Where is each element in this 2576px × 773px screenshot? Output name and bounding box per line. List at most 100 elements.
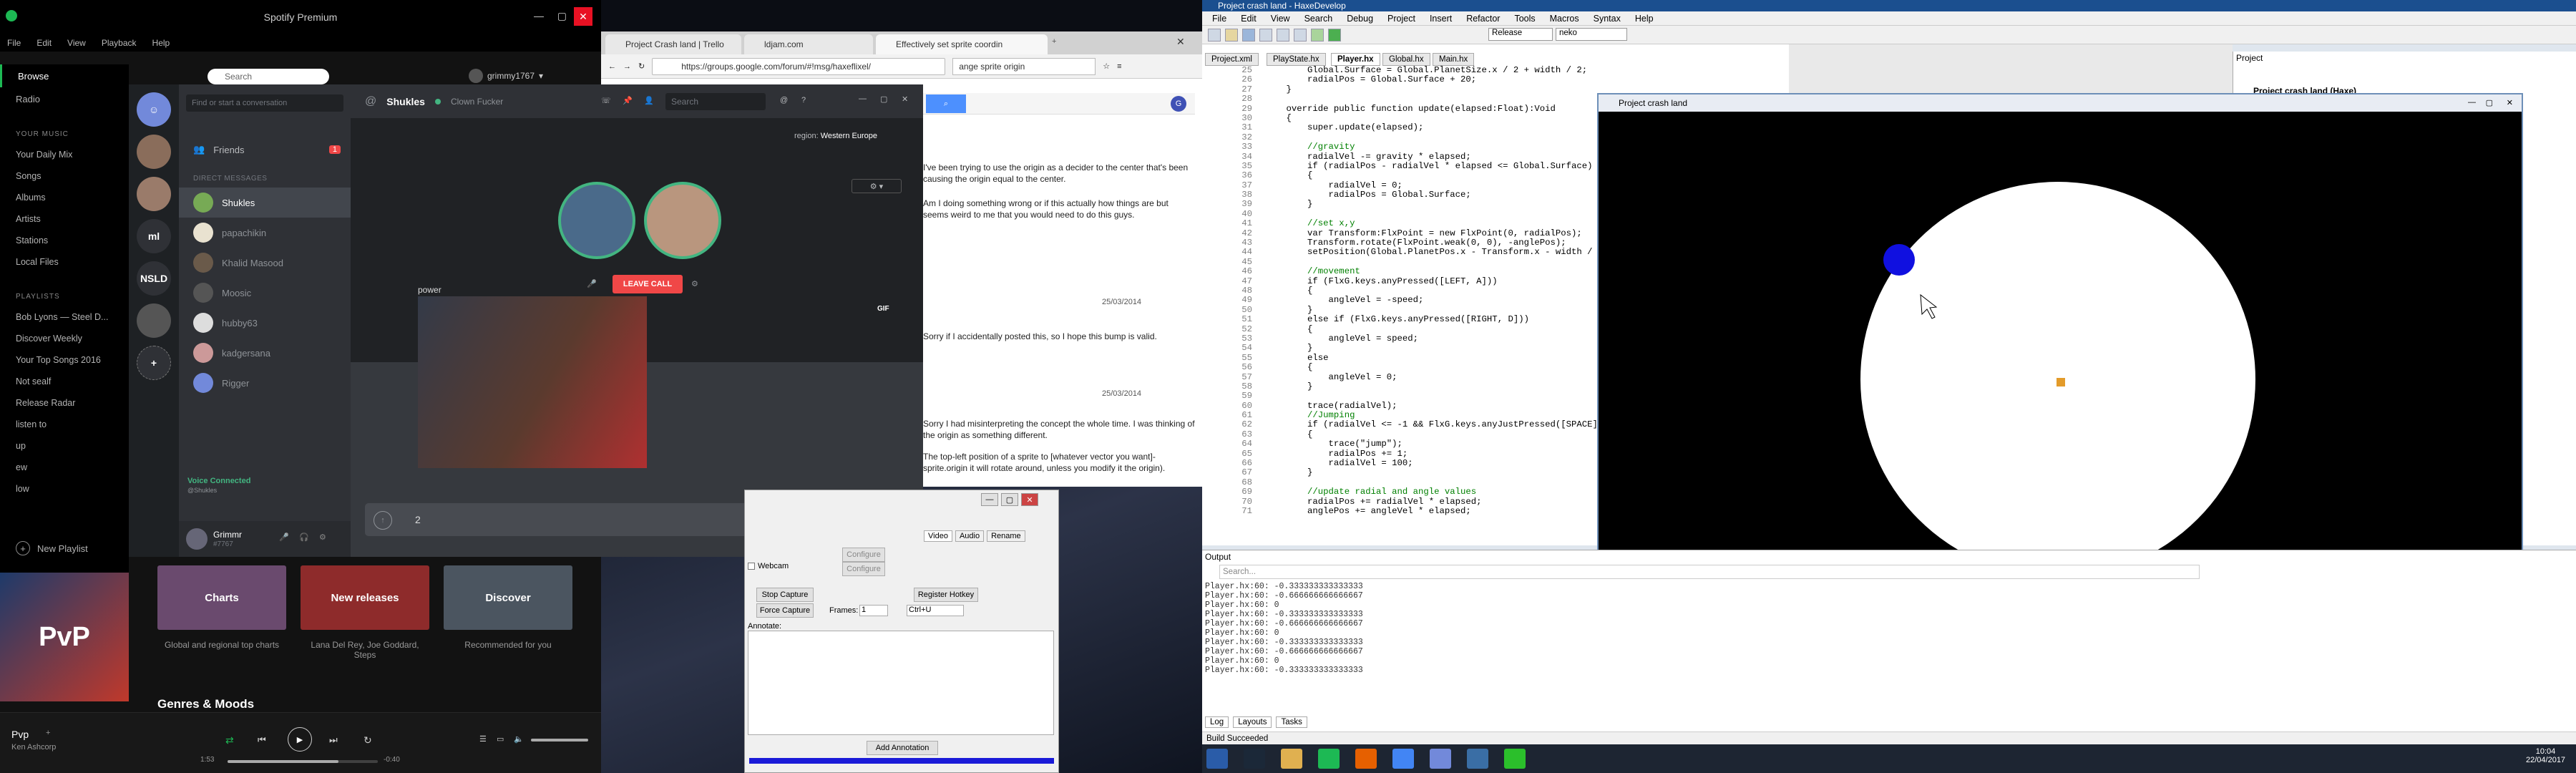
tab-rename[interactable]: Rename bbox=[987, 530, 1025, 542]
spotify-icon[interactable] bbox=[1318, 749, 1340, 769]
account-avatar[interactable]: G bbox=[1171, 96, 1186, 112]
user-menu[interactable]: grimmy1767 ▾ bbox=[469, 69, 543, 83]
pin-icon[interactable]: 📌 bbox=[623, 96, 633, 105]
close-icon[interactable]: ✕ bbox=[574, 7, 592, 26]
menu-edit[interactable]: Edit bbox=[1241, 14, 1257, 24]
dm-item[interactable]: Rigger bbox=[179, 368, 351, 398]
progress-track[interactable] bbox=[228, 760, 378, 763]
menu-refactor[interactable]: Refactor bbox=[1466, 14, 1500, 24]
call-options-button[interactable]: ⚙ ▾ bbox=[852, 179, 902, 193]
call-icon[interactable]: ☏ bbox=[601, 96, 611, 105]
webcam-checkbox[interactable] bbox=[748, 563, 755, 570]
menu-syntax[interactable]: Syntax bbox=[1594, 14, 1621, 24]
save-icon[interactable] bbox=[1242, 29, 1255, 42]
shuffle-icon[interactable]: ⇄ bbox=[225, 734, 234, 747]
tab-trello[interactable]: Project Crash land | Trello bbox=[605, 34, 741, 54]
reload-icon[interactable]: ↻ bbox=[638, 62, 645, 71]
nav-daily-mix[interactable]: Your Daily Mix bbox=[0, 144, 129, 165]
doc-tab[interactable]: Main.hx bbox=[1433, 53, 1475, 66]
next-icon[interactable]: ⏭ bbox=[329, 734, 338, 746]
playlist-item[interactable]: listen to bbox=[0, 414, 129, 435]
run-icon[interactable] bbox=[1328, 29, 1341, 42]
file-explorer-icon[interactable] bbox=[1281, 749, 1302, 769]
home-button[interactable]: ☺ bbox=[137, 92, 171, 127]
dm-item[interactable]: Moosic bbox=[179, 278, 351, 308]
menu-help[interactable]: Help bbox=[152, 38, 170, 48]
star-icon[interactable]: ☆ bbox=[1103, 62, 1110, 71]
maximize-icon[interactable]: ▢ bbox=[2486, 98, 2493, 107]
playlist-item[interactable]: Release Radar bbox=[0, 392, 129, 414]
nav-browse[interactable]: Browse bbox=[0, 64, 129, 87]
dm-item[interactable]: kadgersana bbox=[179, 338, 351, 368]
settings-icon[interactable]: ⚙ bbox=[319, 533, 326, 542]
play-button[interactable]: ▶ bbox=[288, 727, 312, 752]
playlist-item[interactable]: Not sealf bbox=[0, 371, 129, 392]
clock[interactable]: 10:04 22/04/2017 bbox=[2526, 747, 2565, 764]
tab-tasks[interactable]: Tasks bbox=[1276, 716, 1307, 728]
find-conversation-input[interactable]: Find or start a conversation bbox=[186, 94, 343, 112]
playlist-item[interactable]: Your Top Songs 2016 bbox=[0, 349, 129, 371]
region-row[interactable]: region: Western Europe bbox=[794, 132, 877, 140]
tab-log[interactable]: Log bbox=[1205, 716, 1229, 728]
paste-icon[interactable] bbox=[1294, 29, 1307, 42]
hotkey-input[interactable]: Ctrl+U bbox=[907, 605, 964, 616]
page-search-input[interactable]: ange sprite origin bbox=[952, 57, 1096, 75]
forward-icon[interactable]: → bbox=[623, 62, 631, 71]
doc-tab-active[interactable]: Player.hx bbox=[1331, 53, 1380, 66]
call-settings-icon[interactable]: ⚙ bbox=[691, 279, 698, 288]
new-playlist-button[interactable]: + New Playlist bbox=[16, 541, 88, 555]
output-search-input[interactable]: Search... bbox=[1219, 565, 2200, 579]
volume-icon[interactable]: 🔈 bbox=[514, 734, 524, 744]
tile-new-releases[interactable]: New releases bbox=[301, 565, 429, 630]
new-file-icon[interactable] bbox=[1208, 29, 1221, 42]
close-icon[interactable]: ✕ bbox=[902, 94, 908, 104]
playlist-item[interactable]: Discover Weekly bbox=[0, 328, 129, 349]
dm-item[interactable]: papachikin bbox=[179, 218, 351, 248]
chat-search-input[interactable]: Search bbox=[665, 93, 766, 110]
album-art[interactable]: PvP bbox=[0, 573, 129, 701]
frames-input[interactable]: 1 bbox=[859, 605, 888, 616]
menu-tools[interactable]: Tools bbox=[1514, 14, 1535, 24]
doc-tab[interactable]: PlayState.hx bbox=[1267, 53, 1326, 66]
add-icon[interactable]: + bbox=[46, 729, 50, 737]
minimize-icon[interactable]: — bbox=[2468, 98, 2476, 107]
nav-artists[interactable]: Artists bbox=[0, 208, 129, 230]
minimize-icon[interactable]: — bbox=[859, 94, 867, 103]
help-icon[interactable]: ? bbox=[801, 96, 806, 104]
mic-icon[interactable]: 🎤 bbox=[587, 279, 597, 288]
nav-radio[interactable]: Radio bbox=[0, 87, 129, 110]
cut-icon[interactable] bbox=[1259, 29, 1272, 42]
playlist-item[interactable]: ew bbox=[0, 457, 129, 478]
menu-help[interactable]: Help bbox=[1635, 14, 1654, 24]
minimize-icon[interactable]: — bbox=[534, 10, 544, 21]
stop-capture-button[interactable]: Stop Capture bbox=[756, 588, 814, 602]
friends-item[interactable]: 👥 Friends 1 bbox=[179, 135, 351, 165]
maximize-icon[interactable]: ▢ bbox=[880, 94, 887, 104]
build-target-select[interactable]: neko bbox=[1556, 28, 1627, 41]
devices-icon[interactable]: ▭ bbox=[497, 734, 504, 744]
maximize-icon[interactable]: ▢ bbox=[557, 10, 567, 22]
configure-button[interactable]: Configure bbox=[842, 562, 885, 576]
menu-debug[interactable]: Debug bbox=[1347, 14, 1373, 24]
nav-songs[interactable]: Songs bbox=[0, 165, 129, 187]
tab-ldjam[interactable]: ldjam.com bbox=[744, 34, 873, 54]
close-icon[interactable]: ✕ bbox=[2507, 98, 2513, 107]
menu-insert[interactable]: Insert bbox=[1430, 14, 1452, 24]
mute-icon[interactable]: 🎤 bbox=[279, 533, 289, 542]
menu-file[interactable]: File bbox=[1212, 14, 1226, 24]
close-icon[interactable]: ✕ bbox=[1021, 493, 1038, 506]
minimize-icon[interactable]: — bbox=[981, 493, 998, 506]
close-icon[interactable]: ✕ bbox=[1176, 36, 1185, 48]
server-icon[interactable] bbox=[137, 177, 171, 211]
dm-item[interactable]: Khalid Masood bbox=[179, 248, 351, 278]
tile-charts[interactable]: Charts bbox=[157, 565, 286, 630]
webcam-option[interactable]: Webcam bbox=[748, 562, 789, 570]
repeat-icon[interactable]: ↻ bbox=[364, 734, 372, 747]
playlist-item[interactable]: Bob Lyons — Steel D... bbox=[0, 306, 129, 328]
chrome-icon[interactable] bbox=[1392, 749, 1414, 769]
add-server-icon[interactable]: + bbox=[137, 346, 171, 380]
menu-edit[interactable]: Edit bbox=[36, 38, 52, 48]
upload-icon[interactable]: ↑ bbox=[374, 511, 392, 530]
doc-tab[interactable]: Global.hx bbox=[1382, 53, 1430, 66]
menu-file[interactable]: File bbox=[7, 38, 21, 48]
